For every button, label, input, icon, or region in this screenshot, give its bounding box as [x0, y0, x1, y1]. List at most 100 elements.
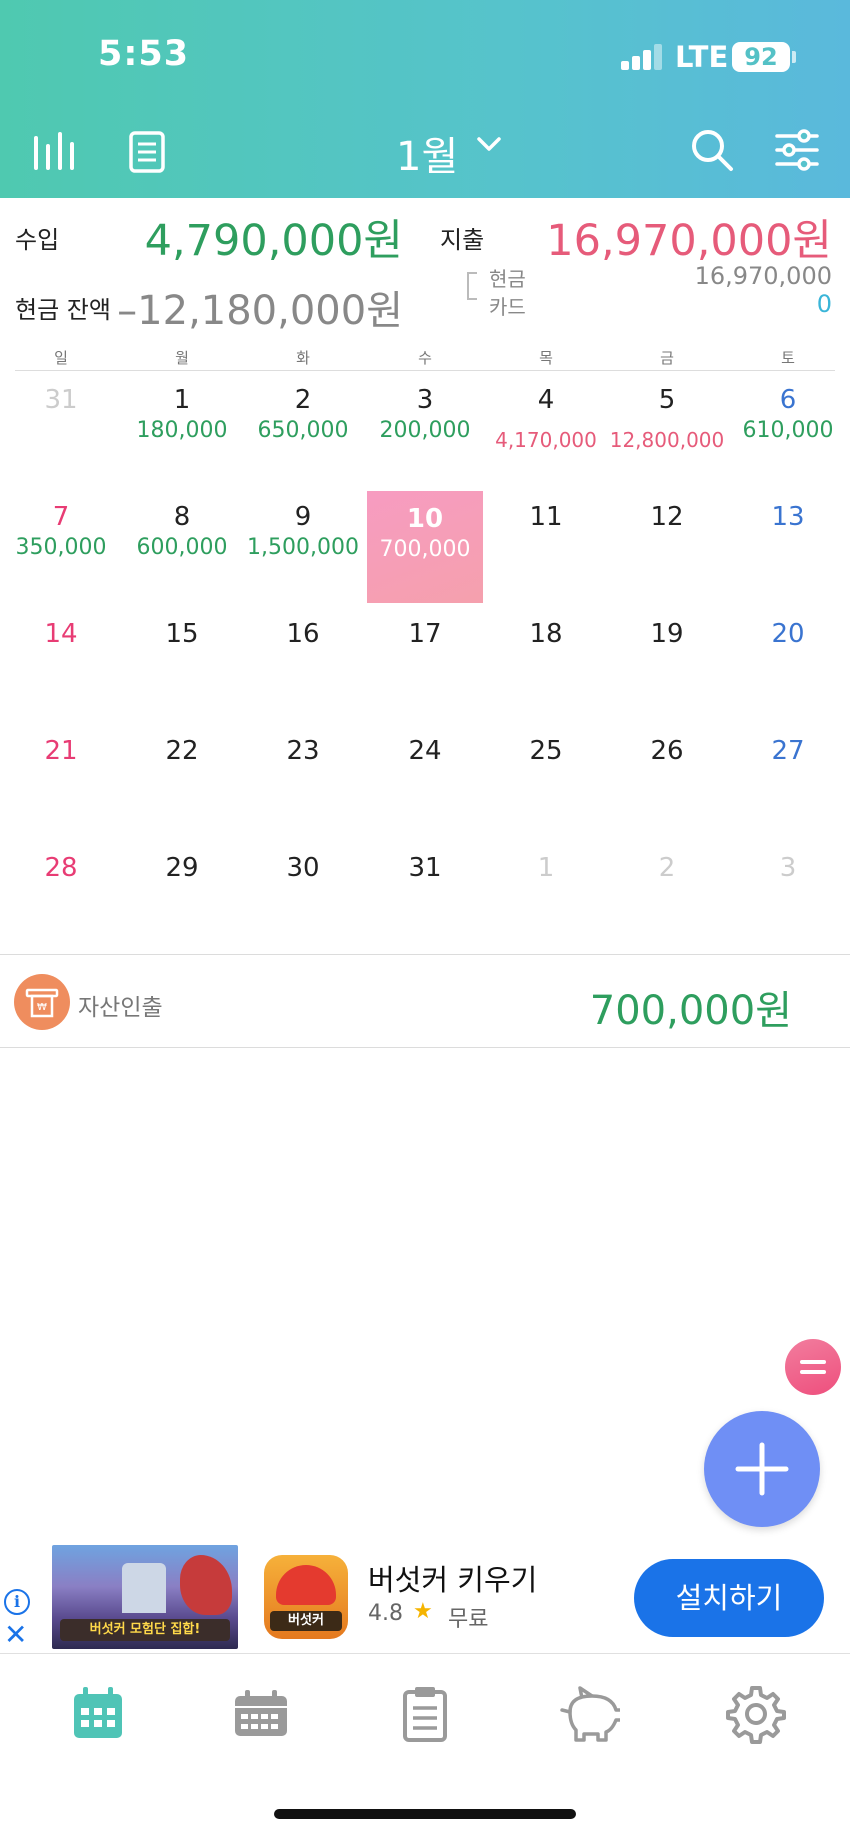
ad-install-button[interactable]: 설치하기	[634, 1559, 824, 1637]
calendar-day-cell[interactable]: 13	[727, 489, 849, 605]
weekday-fri: 금	[660, 349, 674, 367]
stats-bars-icon[interactable]	[32, 132, 76, 172]
calendar-day-cell[interactable]: 4 4,170,000	[485, 372, 607, 488]
ad-info-icon[interactable]: i	[4, 1589, 30, 1615]
day-number: 9	[294, 502, 312, 532]
day-number: 2	[294, 385, 312, 415]
calendar-day-cell[interactable]: 24	[364, 723, 486, 839]
calendar-day-cell[interactable]: 26	[606, 723, 728, 839]
calendar-day-cell[interactable]: 5 12,800,000	[606, 372, 728, 488]
calendar-day-cell[interactable]: 9 1,500,000	[242, 489, 364, 605]
day-number: 29	[165, 853, 199, 883]
status-time: 5:53	[98, 34, 190, 74]
cash-value: 16,970,000	[694, 262, 832, 290]
notes-icon[interactable]	[395, 1684, 455, 1744]
battery-level: 92	[732, 42, 790, 72]
ad-close-icon[interactable]: ✕	[4, 1621, 27, 1649]
day-amount: 700,000	[379, 537, 471, 562]
day-number: 19	[650, 619, 684, 649]
calendar-day-cell[interactable]: 30	[242, 840, 364, 956]
search-icon[interactable]	[690, 128, 734, 172]
battery-tip	[792, 51, 796, 63]
chevron-down-icon[interactable]	[476, 136, 502, 154]
calendar-day-cell[interactable]: 6 610,000	[727, 372, 849, 488]
calendar-day-cell[interactable]: 1	[485, 840, 607, 956]
day-number: 1	[537, 853, 555, 883]
calendar-day-cell[interactable]: 18	[485, 606, 607, 722]
calendar-day-cell[interactable]: 12	[606, 489, 728, 605]
weekday-sat: 토	[781, 349, 795, 367]
calendar-day-cell[interactable]: 20	[727, 606, 849, 722]
calendar-day-cell[interactable]: 17	[364, 606, 486, 722]
ad-app-icon-text: 버섯커	[270, 1611, 342, 1631]
calendar-day-cell[interactable]: 31	[364, 840, 486, 956]
day-number: 5	[658, 385, 676, 415]
calendar-day-cell[interactable]: 2 650,000	[242, 372, 364, 488]
gear-icon[interactable]	[726, 1684, 786, 1744]
calendar-day-cell[interactable]: 16	[242, 606, 364, 722]
day-expense-amount: 4,170,000	[495, 428, 597, 452]
calendar-day-cell[interactable]: 3 200,000	[364, 372, 486, 488]
day-number: 7	[52, 502, 70, 532]
home-indicator	[274, 1809, 576, 1819]
calendar-day-cell[interactable]: 14	[0, 606, 122, 722]
transaction-divider	[0, 1047, 850, 1048]
atm-withdraw-icon: ₩	[14, 974, 70, 1030]
list-document-icon[interactable]	[128, 130, 166, 174]
day-number: 23	[286, 736, 320, 766]
weekday-sun: 일	[54, 349, 68, 367]
ad-app-icon[interactable]: 버섯커	[264, 1555, 348, 1639]
day-number: 15	[165, 619, 199, 649]
day-number: 6	[779, 385, 797, 415]
day-number: 4	[537, 385, 555, 415]
mushroom-cap-shape	[276, 1565, 336, 1605]
calendar-day-cell[interactable]: 7 350,000	[0, 489, 122, 605]
filter-sliders-icon[interactable]	[774, 128, 820, 172]
ad-image[interactable]: 버섯커 모험단 집합!	[52, 1545, 238, 1649]
svg-text:₩: ₩	[37, 1002, 47, 1013]
piggy-bank-icon[interactable]	[560, 1684, 620, 1744]
day-number: 30	[286, 853, 320, 883]
income-label: 수입	[15, 226, 60, 254]
day-number: 2	[658, 853, 676, 883]
ad-banner[interactable]: i ✕ 버섯커 모험단 집합! 버섯커 버섯커 키우기 4.8 ★ 무료 설치하…	[0, 1537, 850, 1653]
month-selector[interactable]: 1월	[396, 124, 458, 182]
add-entry-button[interactable]	[704, 1411, 820, 1527]
day-amount: 600,000	[136, 535, 228, 560]
summary-toggle-button[interactable]	[785, 1339, 841, 1395]
calendar-day-cell-selected[interactable]: 10 700,000	[367, 491, 483, 603]
weekday-wed: 수	[418, 349, 432, 367]
day-number: 14	[44, 619, 78, 649]
day-number: 31	[408, 853, 442, 883]
dragon-shape	[180, 1555, 232, 1615]
calendar-day-cell[interactable]: 27	[727, 723, 849, 839]
calendar-day-cell[interactable]: 15	[121, 606, 243, 722]
calendar-icon[interactable]	[68, 1684, 128, 1744]
calendar-day-cell[interactable]: 21	[0, 723, 122, 839]
day-number: 24	[408, 736, 442, 766]
day-number: 18	[529, 619, 563, 649]
day-number: 1	[173, 385, 191, 415]
transaction-label: 자산인출	[78, 995, 163, 1021]
calendar-day-cell[interactable]: 23	[242, 723, 364, 839]
day-number: 20	[771, 619, 805, 649]
calendar-day-cell[interactable]: 25	[485, 723, 607, 839]
calendar-day-cell[interactable]: 11	[485, 489, 607, 605]
calendar-day-cell[interactable]: 22	[121, 723, 243, 839]
ad-app-name[interactable]: 버섯커 키우기	[368, 1557, 537, 1599]
day-number: 8	[173, 502, 191, 532]
weekly-calendar-icon[interactable]	[231, 1684, 291, 1744]
calendar-day-cell[interactable]: 29	[121, 840, 243, 956]
calendar-day-cell[interactable]: 1 180,000	[121, 372, 243, 488]
calendar-day-cell[interactable]: 3	[727, 840, 849, 956]
calendar-day-cell[interactable]: 2	[606, 840, 728, 956]
ad-image-text: 버섯커 모험단 집합!	[60, 1619, 230, 1641]
calendar-day-cell[interactable]: 8 600,000	[121, 489, 243, 605]
day-number: 27	[771, 736, 805, 766]
calendar-day-cell[interactable]: 31	[0, 372, 122, 488]
calendar-day-cell[interactable]: 19	[606, 606, 728, 722]
calendar-day-cell[interactable]: 28	[0, 840, 122, 956]
day-number: 3	[779, 853, 797, 883]
ad-rating: 4.8	[368, 1601, 403, 1626]
day-expense-amount: 12,800,000	[609, 428, 725, 452]
